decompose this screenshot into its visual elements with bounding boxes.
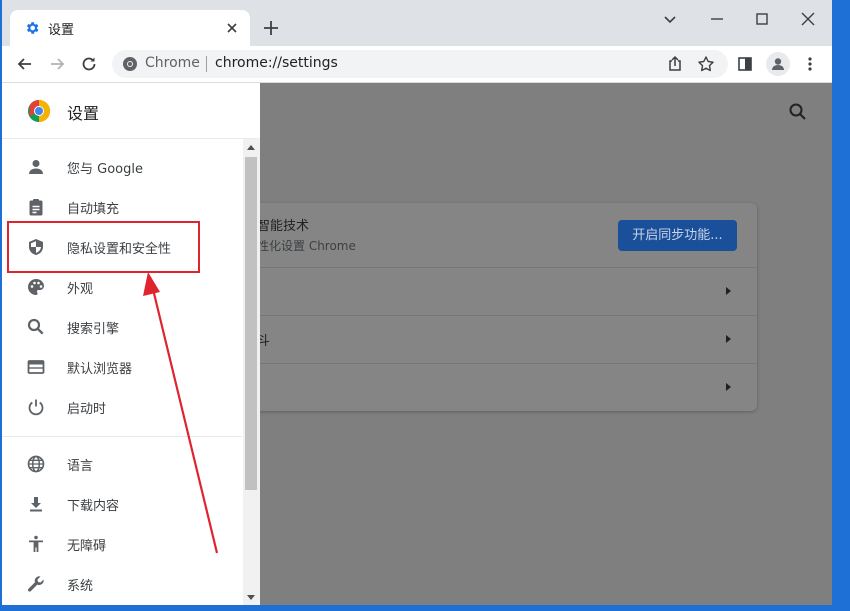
nav-label: 系统 [67, 579, 94, 594]
nav-label: 下载内容 [67, 499, 120, 514]
nav-item-on-startup[interactable]: 启动时 [2, 387, 242, 427]
scrollbar-thumb[interactable] [245, 157, 257, 490]
back-arrow-icon[interactable] [15, 54, 35, 74]
card-heading: 智能技术 [257, 219, 310, 234]
reload-icon[interactable] [79, 54, 99, 74]
search-icon[interactable] [787, 101, 809, 123]
nav-label: 无障碍 [67, 539, 107, 554]
card-subtext: 性化设置 Chrome [257, 239, 356, 253]
close-tab-icon[interactable] [222, 18, 242, 38]
card-row[interactable] [202, 363, 757, 411]
profile-icon [772, 58, 784, 70]
scroll-down-arrow-icon[interactable] [247, 595, 255, 600]
maximize-icon[interactable] [751, 8, 773, 30]
drawer-scrollbar[interactable] [243, 139, 260, 605]
browser-window: 设置 Chrome chrome://settings 智能技术 性化设置 Ch… [2, 0, 832, 605]
settings-nav-drawer: 设置 您与 Google 自动填充 隐私设置和安全性 外观 搜索引擎 默认浏览器… [2, 83, 260, 605]
clipboard-icon [29, 199, 43, 216]
nav-item-you-and-google[interactable]: 您与 Google [2, 147, 242, 187]
chevron-right-icon [726, 335, 731, 343]
palette-icon [28, 279, 44, 295]
address-url: chrome://settings [215, 55, 338, 71]
nav-item-default-browser[interactable]: 默认浏览器 [2, 347, 242, 387]
search-icon [27, 318, 44, 335]
bookmark-star-icon[interactable] [696, 54, 716, 74]
card-row[interactable] [202, 267, 757, 315]
avatar[interactable] [766, 52, 790, 76]
chevron-right-icon [726, 287, 731, 295]
turn-on-sync-button[interactable]: 开启同步功能... [618, 220, 737, 251]
wrench-icon [28, 576, 44, 592]
accessibility-icon [29, 535, 43, 552]
nav-label: 默认浏览器 [67, 362, 133, 377]
person-icon [29, 160, 43, 174]
gear-icon [26, 22, 39, 34]
nav-item-downloads[interactable]: 下载内容 [2, 484, 242, 524]
globe-icon [27, 455, 45, 473]
new-tab-icon[interactable] [260, 17, 282, 39]
nav-label: 外观 [67, 282, 94, 297]
nav-item-languages[interactable]: 语言 [2, 444, 242, 484]
chevron-right-icon [726, 383, 731, 391]
drawer-header: 设置 [2, 83, 260, 139]
nav-label: 自动填充 [67, 202, 120, 217]
tab-settings[interactable]: 设置 [10, 10, 250, 46]
address-bar[interactable]: Chrome chrome://settings [112, 50, 728, 78]
share-icon[interactable] [665, 54, 685, 74]
toolbar: Chrome chrome://settings [2, 46, 832, 83]
more-menu-icon[interactable] [800, 54, 820, 74]
nav-item-search-engine[interactable]: 搜索引擎 [2, 307, 242, 347]
nav-item-appearance[interactable]: 外观 [2, 267, 242, 307]
nav-label: 搜索引擎 [67, 322, 120, 337]
browser-window-icon [27, 360, 45, 374]
nav-label: 您与 Google [67, 162, 143, 177]
minimize-icon[interactable] [706, 8, 728, 30]
scroll-up-arrow-icon[interactable] [247, 145, 255, 150]
you-and-google-card: 智能技术 性化设置 Chrome 开启同步功能... 斗 [202, 203, 757, 411]
chrome-logo-icon [28, 100, 50, 122]
nav-label: 启动时 [67, 402, 107, 417]
nav-label: 语言 [67, 459, 94, 474]
tab-title: 设置 [48, 23, 75, 38]
chrome-site-icon [123, 57, 137, 71]
close-window-icon[interactable] [797, 8, 819, 30]
address-host: Chrome [145, 55, 200, 71]
highlight-box-annotation [7, 221, 200, 273]
tab-strip: 设置 [2, 0, 832, 46]
nav-divider [2, 436, 242, 437]
nav-item-accessibility[interactable]: 无障碍 [2, 524, 242, 564]
drawer-title: 设置 [67, 104, 100, 123]
side-panel-icon[interactable] [735, 54, 755, 74]
address-separator [206, 56, 207, 72]
power-icon [28, 399, 44, 416]
card-row[interactable]: 斗 [202, 315, 757, 363]
tab-search-chevron-icon[interactable] [659, 8, 681, 30]
download-icon [30, 497, 42, 512]
forward-arrow-icon[interactable] [47, 54, 67, 74]
nav-item-system[interactable]: 系统 [2, 564, 242, 604]
